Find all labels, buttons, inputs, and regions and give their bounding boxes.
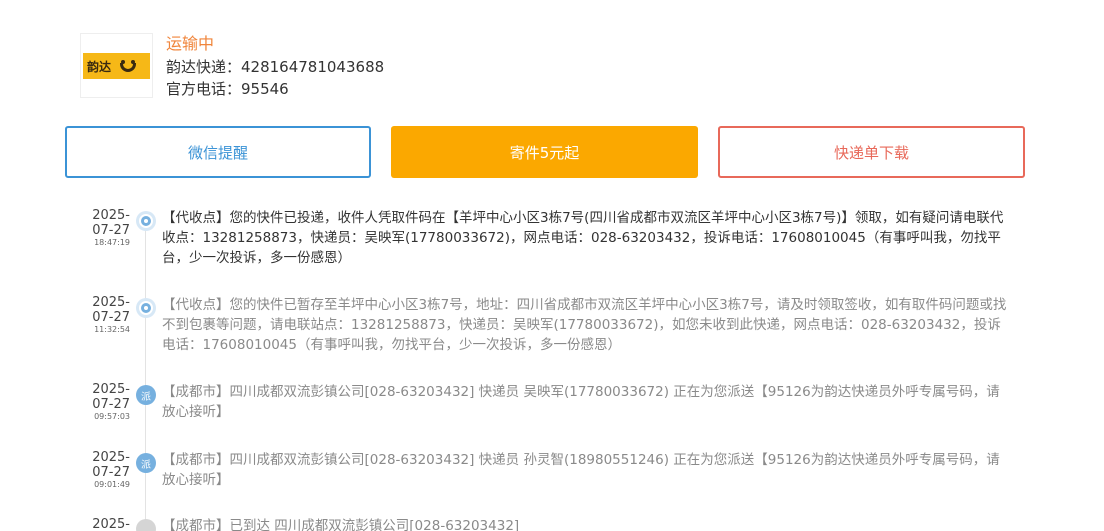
sign-icon [136,211,156,231]
dispatch-icon: 派 [136,453,156,473]
entry-time: 09:01:49 [94,480,130,489]
entry-date: 2025- [92,517,130,531]
sign-icon [136,298,156,318]
entry-date: 2025- 07-27 11:32:54 [88,295,130,335]
logo-text: 韵达 [87,59,112,74]
entry-time: 18:47:19 [94,238,130,247]
entry-text: 【代收点】您的快件已投递，收件人凭取件码在【羊坪中心小区3栋7号(四川省成都市双… [162,210,1004,266]
entry-date: 2025- 07-27 09:01:49 [88,450,130,490]
logo-badge: 韵达 [83,53,150,79]
shipment-status: 运输中 [166,34,215,53]
waybill-download-button[interactable]: 快递单下载 [718,126,1025,178]
entry-date: 2025- 07-27 09:57:03 [88,382,130,422]
official-phone: 官方电话：95546 [166,80,289,98]
entry-text: 【成都市】四川成都双流彭镇公司[028-63203432] 快递员 孙灵智(18… [162,452,1000,488]
entry-text: 【成都市】四川成都双流彭镇公司[028-63203432] 快递员 吴映军(17… [162,384,1000,420]
entry-time: 09:57:03 [94,412,130,421]
yunda-logo: 韵达 [80,33,153,98]
entry-time: 11:32:54 [94,325,130,334]
timeline-axis [145,220,146,531]
transit-icon [136,519,156,531]
entry-date: 2025- 07-27 18:47:19 [88,208,130,248]
wechat-reminder-button[interactable]: 微信提醒 [65,126,371,178]
tracking-number: 韵达快递：428164781043688 [166,58,385,76]
smile-icon [117,57,139,75]
entry-text: 【代收点】您的快件已暂存至羊坪中心小区3栋7号，地址：四川省成都市双流区羊坪中心… [162,297,1007,353]
shipment-info: 运输中 韵达快递：428164781043688 官方电话：95546 [166,33,384,100]
send-package-button[interactable]: 寄件5元起 [391,126,698,178]
entry-text: 【成都市】已到达 四川成都双流彭镇公司[028-63203432] [162,518,520,531]
dispatch-icon: 派 [136,385,156,405]
